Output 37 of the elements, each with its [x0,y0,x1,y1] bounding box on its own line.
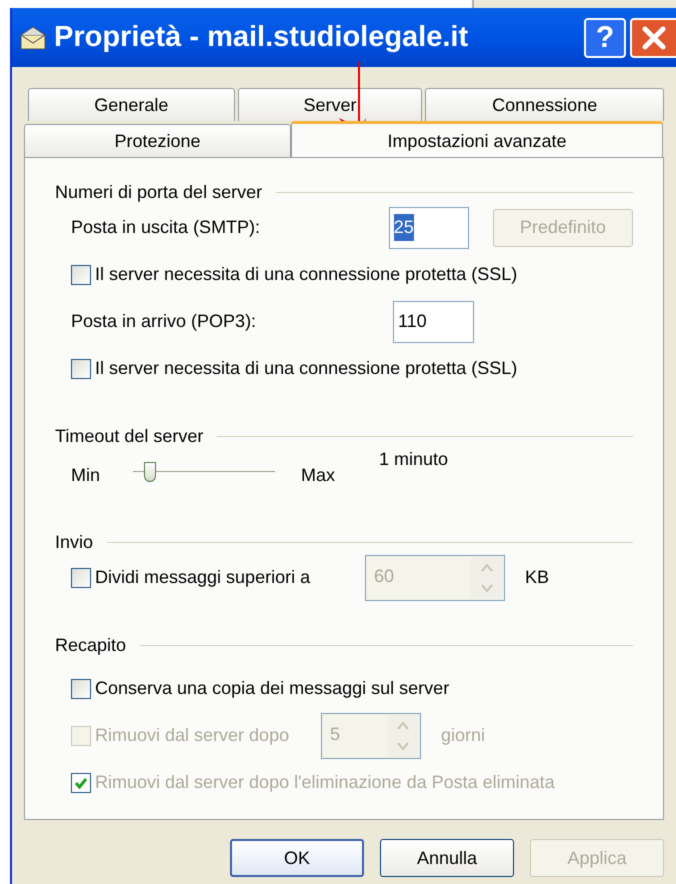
slider-thumb[interactable] [144,462,156,482]
checkbox[interactable] [71,358,91,378]
timeout-reading: 1 minuto [379,448,448,471]
checkbox-label: Rimuovi dal server dopo [95,724,290,747]
section-title: Numeri di porta del server [55,180,262,204]
field-label: Posta in arrivo (POP3): [71,310,258,333]
max-label: Max [301,464,336,487]
port-field[interactable]: 25 [388,206,469,248]
window-title: Proprietà - mail.studiolegale.it [54,20,468,55]
dialog-button[interactable]: Annulla [380,839,514,877]
checkbox-label: Conserva una copia dei messaggi sul server [95,677,450,700]
min-label: Min [71,464,102,487]
tab[interactable]: Impostazioni avanzate [291,121,663,157]
tab[interactable]: Connessione [425,88,664,121]
section-title: Timeout del server [55,424,204,448]
unit-label: giorni [441,724,486,747]
port-field[interactable]: 110 [393,300,474,342]
close-button[interactable] [630,18,676,58]
field-label: Posta in uscita (SMTP): [71,216,262,239]
tab[interactable]: Generale [28,88,235,121]
help-button[interactable]: ? [584,18,626,58]
section-title: Invio [55,530,94,554]
checkbox-label: Il server necessita di una connessione protetta (SSL) [95,263,518,286]
section-title: Recapito [55,634,126,657]
checkbox[interactable] [71,678,91,698]
tab[interactable]: Protezione [24,124,291,157]
unit-label: KB [525,566,550,589]
checkbox-label: Il server necessita di una connessione protetta (SSL) [95,357,518,380]
close-icon[interactable] [640,24,668,52]
dialog-button[interactable]: OK [230,839,364,877]
checkbox[interactable] [71,568,91,588]
spin-field: 60 [365,554,505,600]
checkbox[interactable] [71,264,91,284]
checkbox-label: Dividi messaggi superiori a [95,566,312,589]
checkbox-label: Rimuovi dal server dopo l'eliminazione da Posta eliminata [95,771,555,794]
spin-field: 5 [321,712,421,758]
tab[interactable]: Server [238,88,422,121]
